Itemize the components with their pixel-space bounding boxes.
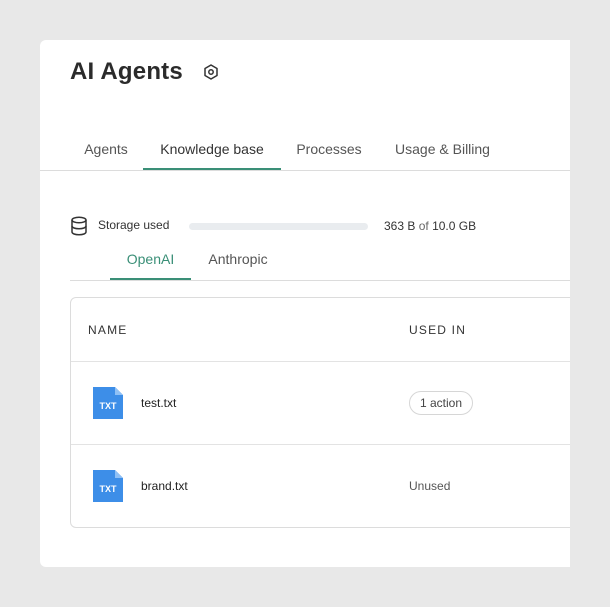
file-name[interactable]: brand.txt <box>141 479 188 493</box>
tab-processes[interactable]: Processes <box>288 130 370 168</box>
file-type-label: TXT <box>100 401 118 411</box>
used-in-text: Unused <box>409 479 451 493</box>
storage-of-label: of <box>418 219 429 233</box>
page-header: AI Agents <box>70 58 221 86</box>
files-table: NAME USED IN TXT test.txt 1 action TXT b… <box>70 297 570 528</box>
storage-used-value: 363 B <box>384 219 416 233</box>
column-header-used-in[interactable]: USED IN <box>409 323 466 337</box>
subtab-openai[interactable]: OpenAI <box>110 241 191 280</box>
main-card: AI Agents Agents Knowledge base Processe… <box>40 40 570 567</box>
used-in-badge[interactable]: 1 action <box>409 391 474 415</box>
txt-file-icon: TXT <box>93 387 123 419</box>
main-tabs: Agents Knowledge base Processes Usage & … <box>40 130 570 171</box>
file-name[interactable]: test.txt <box>141 396 176 410</box>
tab-knowledge-base[interactable]: Knowledge base <box>143 130 281 170</box>
table-row[interactable]: TXT test.txt 1 action <box>71 362 570 445</box>
storage-usage: Storage used 363 B of 10.0 GB <box>70 215 540 239</box>
file-type-label: TXT <box>100 484 118 494</box>
tab-usage-billing[interactable]: Usage & Billing <box>384 130 501 168</box>
settings-hex-icon <box>204 64 218 80</box>
database-icon <box>71 216 87 236</box>
column-header-name[interactable]: NAME <box>88 323 127 337</box>
table-header: NAME USED IN <box>71 298 570 362</box>
subtab-anthropic[interactable]: Anthropic <box>196 241 280 278</box>
storage-progress-bar <box>189 223 368 230</box>
settings-button[interactable] <box>201 62 221 82</box>
storage-total-value: 10.0 GB <box>432 219 477 233</box>
provider-tabs: OpenAI Anthropic <box>70 241 570 281</box>
storage-value: 363 B of 10.0 GB <box>384 219 476 233</box>
tab-agents[interactable]: Agents <box>70 130 142 168</box>
table-row[interactable]: TXT brand.txt Unused <box>71 445 570 527</box>
page-title: AI Agents <box>70 58 183 85</box>
txt-file-icon: TXT <box>93 470 123 502</box>
storage-label: Storage used <box>98 218 170 232</box>
